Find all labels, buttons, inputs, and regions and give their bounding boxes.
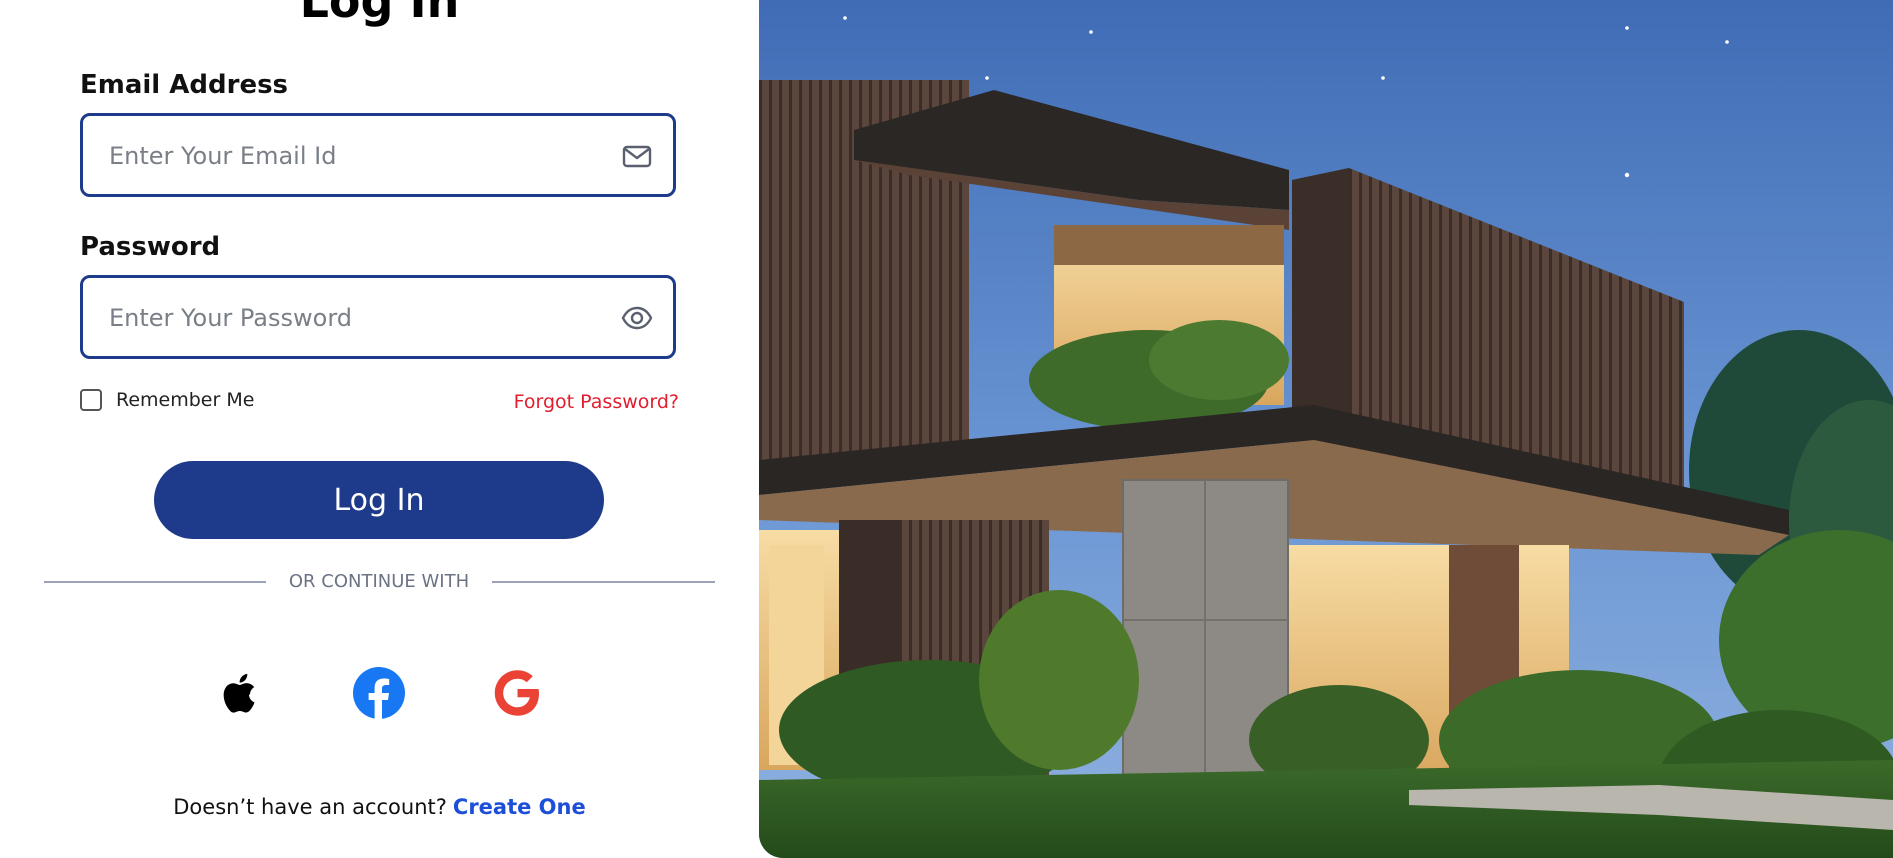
remember-checkbox[interactable] xyxy=(80,389,102,411)
signup-prompt: Doesn’t have an account? Create One xyxy=(0,795,759,819)
divider-text: OR CONTINUE WITH xyxy=(288,571,470,592)
password-field-wrapper xyxy=(80,275,676,359)
forgot-password-link[interactable]: Forgot Password? xyxy=(514,391,679,413)
email-field-wrapper xyxy=(80,113,676,197)
login-button[interactable]: Log In xyxy=(154,461,604,539)
hero-image xyxy=(759,0,1893,858)
login-panel: Log In Email Address Password Remember M… xyxy=(0,0,759,858)
apple-icon[interactable] xyxy=(214,666,268,720)
email-input[interactable] xyxy=(107,116,591,196)
remember-label: Remember Me xyxy=(116,389,255,411)
password-input[interactable] xyxy=(107,278,591,358)
create-account-link[interactable]: Create One xyxy=(453,795,586,819)
divider-line-right xyxy=(492,581,715,583)
google-icon[interactable] xyxy=(490,666,544,720)
email-label: Email Address xyxy=(80,70,289,100)
password-label: Password xyxy=(80,232,221,262)
divider-line-left xyxy=(44,581,266,583)
mail-icon xyxy=(622,145,652,168)
page-title: Log In xyxy=(299,0,460,28)
house-illustration xyxy=(759,0,1893,858)
facebook-icon[interactable] xyxy=(352,666,406,720)
signup-text: Doesn’t have an account? xyxy=(173,795,447,819)
eye-icon[interactable] xyxy=(621,302,653,334)
remember-me[interactable]: Remember Me xyxy=(80,389,254,411)
